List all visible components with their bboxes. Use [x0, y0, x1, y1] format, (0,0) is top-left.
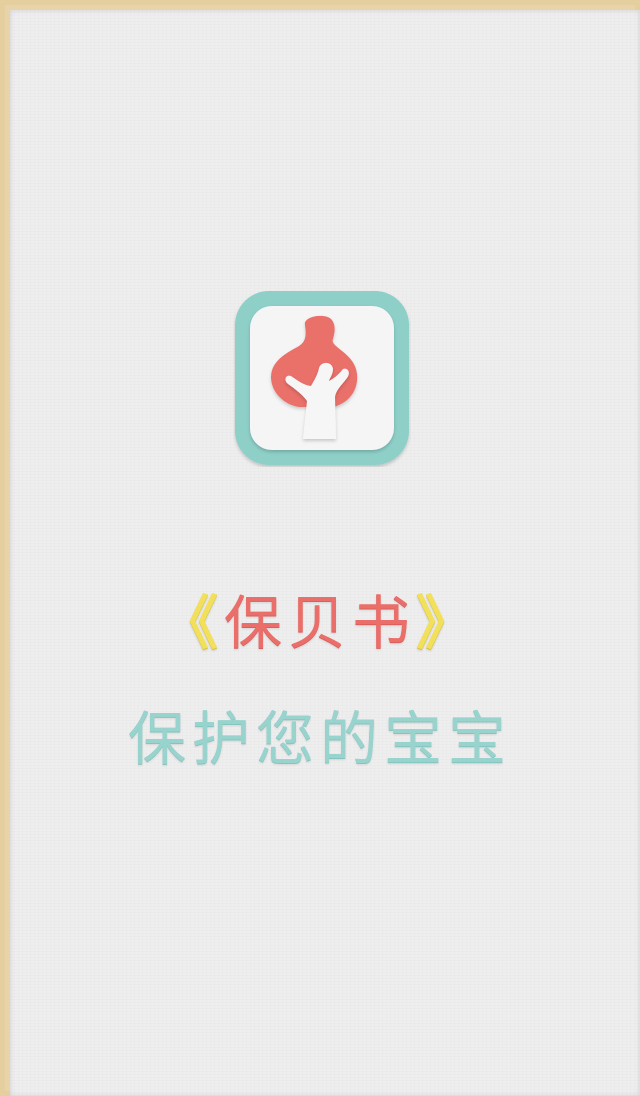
- app-title: 保贝书: [223, 589, 416, 657]
- app-slogan: 保护您的宝宝: [127, 705, 512, 773]
- app-title-row: 《保贝书》: [0, 578, 640, 668]
- mother-holding-baby-icon: [235, 291, 409, 465]
- app-logo: [233, 289, 411, 467]
- title-left-bracket: 《: [159, 589, 224, 657]
- app-frame: [0, 0, 640, 1096]
- title-right-bracket: 》: [416, 589, 481, 657]
- splash-background: [10, 10, 640, 1096]
